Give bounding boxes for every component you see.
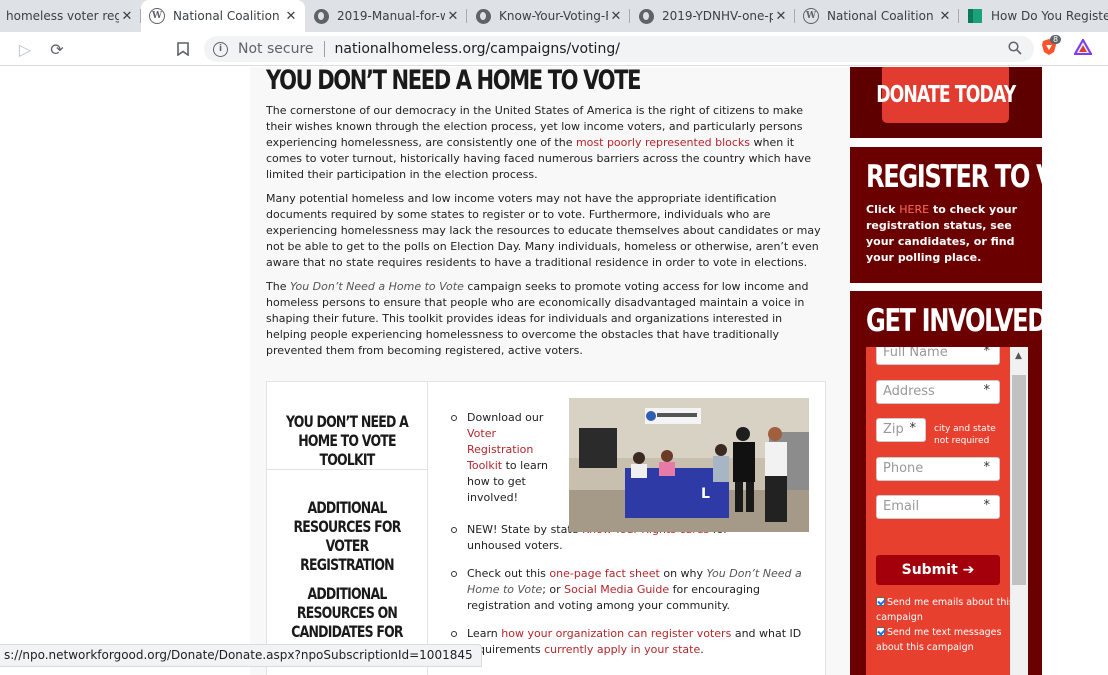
checkbox-checked-icon[interactable]	[876, 597, 885, 606]
tab-national-coalition-active[interactable]: W National Coalition fo ✕	[141, 0, 305, 32]
extension-badge: 8	[1050, 35, 1062, 44]
globe-icon	[475, 8, 491, 24]
tab-title: 2019-YDNHV-one-p	[662, 9, 773, 23]
voter-registration-photo: L	[569, 398, 809, 532]
play-icon[interactable]: ▷	[14, 38, 36, 60]
svg-text:L: L	[701, 486, 710, 502]
campaign-name: You Don’t Need a Home to Vote	[289, 280, 464, 293]
tab-national-coalition[interactable]: W National Coalition fo ✕	[795, 0, 959, 32]
brave-shield-icon[interactable]: 8	[1040, 35, 1062, 56]
zoom-icon[interactable]	[1008, 41, 1022, 59]
tab-how-register[interactable]: How Do You Registe	[959, 0, 1108, 32]
tab-title: National Coalition fo	[827, 9, 937, 23]
resources-panel: YOU DON’T NEED A HOME TO VOTE TOOLKIT AD…	[266, 381, 826, 675]
tab-title: Know-Your-Voting-F	[499, 9, 608, 23]
register-here-link[interactable]: HERE	[899, 203, 929, 216]
security-label: Not secure	[238, 41, 314, 57]
resources-content: Download our Voter Registration Toolkit …	[428, 382, 826, 675]
tab-homeless-voter[interactable]: homeless voter regis ✕	[0, 0, 141, 32]
poorly-represented-link[interactable]: most poorly represented blocks	[576, 136, 750, 149]
get-involved-section: GET INVOLVED Full Name * Address * Zip * ci…	[850, 291, 1047, 675]
register-title: REGISTER TO VOTE	[866, 159, 1104, 195]
green-icon	[967, 8, 983, 24]
social-media-guide-link[interactable]: Social Media Guide	[564, 583, 669, 596]
globe-icon	[638, 8, 654, 24]
close-icon[interactable]: ✕	[445, 9, 461, 24]
scrollbar-thumb[interactable]	[1012, 375, 1026, 585]
signup-form: Full Name * Address * Zip * city and state …	[866, 347, 1028, 675]
get-involved-title: GET INVOLVED	[866, 303, 1047, 339]
address-field[interactable]: Address *	[876, 380, 1000, 404]
list-item: Learn how your organization can register…	[451, 626, 807, 658]
register-voters-link[interactable]: how your organization can register voter…	[501, 627, 731, 640]
donate-today-button[interactable]: DONATE TODAY	[876, 67, 1016, 123]
register-section: REGISTER TO VOTE Click HERE to check you…	[850, 147, 1104, 283]
checkbox-checked-icon[interactable]	[876, 627, 885, 636]
resources-nav: YOU DON’T NEED A HOME TO VOTE TOOLKIT AD…	[267, 382, 428, 675]
address-bar[interactable]: i Not secure nationalhomeless.org/campai…	[204, 36, 1034, 62]
register-text: Click HERE to check your registration st…	[866, 203, 1018, 264]
close-icon[interactable]: ✕	[937, 9, 953, 24]
barriers-paragraph: Many potential homeless and low income v…	[266, 192, 821, 269]
browser-toolbar: ▷ ⟳ i Not secure nationalhomeless.org/ca…	[0, 32, 1108, 66]
main-article: YOU DON’T NEED A HOME TO VOTE The corner…	[266, 67, 826, 359]
text-optin-checkbox[interactable]: Send me text messages about this campaig…	[876, 625, 1016, 655]
submit-button[interactable]: Submit ➔	[876, 555, 1000, 585]
campaign-paragraph: The You Don’t Need a Home to Vote campai…	[266, 280, 809, 357]
close-icon[interactable]: ✕	[608, 9, 624, 24]
reload-icon[interactable]: ⟳	[46, 38, 68, 60]
close-icon[interactable]: ✕	[283, 9, 299, 24]
wordpress-icon: W	[803, 8, 819, 24]
globe-icon	[313, 8, 329, 24]
page-title: YOU DON’T NEED A HOME TO VOTE	[266, 67, 641, 96]
wordpress-icon: W	[149, 8, 165, 24]
form-scrollbar[interactable]: ▲	[1010, 347, 1028, 675]
bookmark-icon[interactable]	[172, 38, 194, 60]
tab-title: homeless voter regis	[6, 9, 119, 23]
tab-know-your-voting[interactable]: Know-Your-Voting-F ✕	[467, 0, 630, 32]
close-icon[interactable]: ✕	[773, 9, 789, 24]
zip-note: city and state not required	[934, 424, 996, 446]
fact-sheet-link[interactable]: one-page fact sheet	[549, 567, 659, 580]
close-icon[interactable]: ✕	[119, 9, 135, 24]
list-item: Check out this one-page fact sheet on wh…	[451, 566, 807, 614]
tab-strip: homeless voter regis ✕ W National Coalit…	[0, 0, 1108, 32]
status-bar-url: s://npo.networkforgood.org/Donate/Donate…	[0, 644, 482, 667]
webpage: YOU DON’T NEED A HOME TO VOTE The corner…	[0, 67, 1108, 675]
info-icon[interactable]: i	[213, 41, 228, 57]
email-field[interactable]: Email *	[876, 495, 1000, 519]
email-optin-checkbox[interactable]: Send me emails about this campaign	[876, 595, 1016, 625]
zip-field[interactable]: Zip *	[876, 418, 926, 442]
nav-toolkit[interactable]: YOU DON’T NEED A HOME TO VOTE TOOLKIT	[267, 412, 427, 469]
full-name-field[interactable]: Full Name *	[876, 347, 1000, 365]
id-requirements-link[interactable]: currently apply in your state	[544, 643, 700, 656]
triangle-extension-icon[interactable]	[1074, 38, 1092, 56]
url-text[interactable]: nationalhomeless.org/campaigns/voting/	[335, 41, 620, 57]
scroll-up-icon[interactable]: ▲	[1015, 351, 1022, 361]
list-item: Download our Voter Registration Toolkit …	[451, 410, 561, 506]
tab-ydnhv[interactable]: 2019-YDNHV-one-p ✕	[630, 0, 795, 32]
tab-title: 2019-Manual-for-we	[337, 9, 445, 23]
tab-title: How Do You Registe	[991, 9, 1108, 23]
intro-paragraph: The cornerstone of our democracy in the …	[266, 104, 812, 181]
tab-manual[interactable]: 2019-Manual-for-we ✕	[305, 0, 467, 32]
nav-voter-registration[interactable]: ADDITIONAL RESOURCES FOR VOTER REGISTRAT…	[267, 498, 427, 574]
phone-field[interactable]: Phone *	[876, 457, 1000, 481]
tab-title: National Coalition fo	[173, 9, 283, 23]
